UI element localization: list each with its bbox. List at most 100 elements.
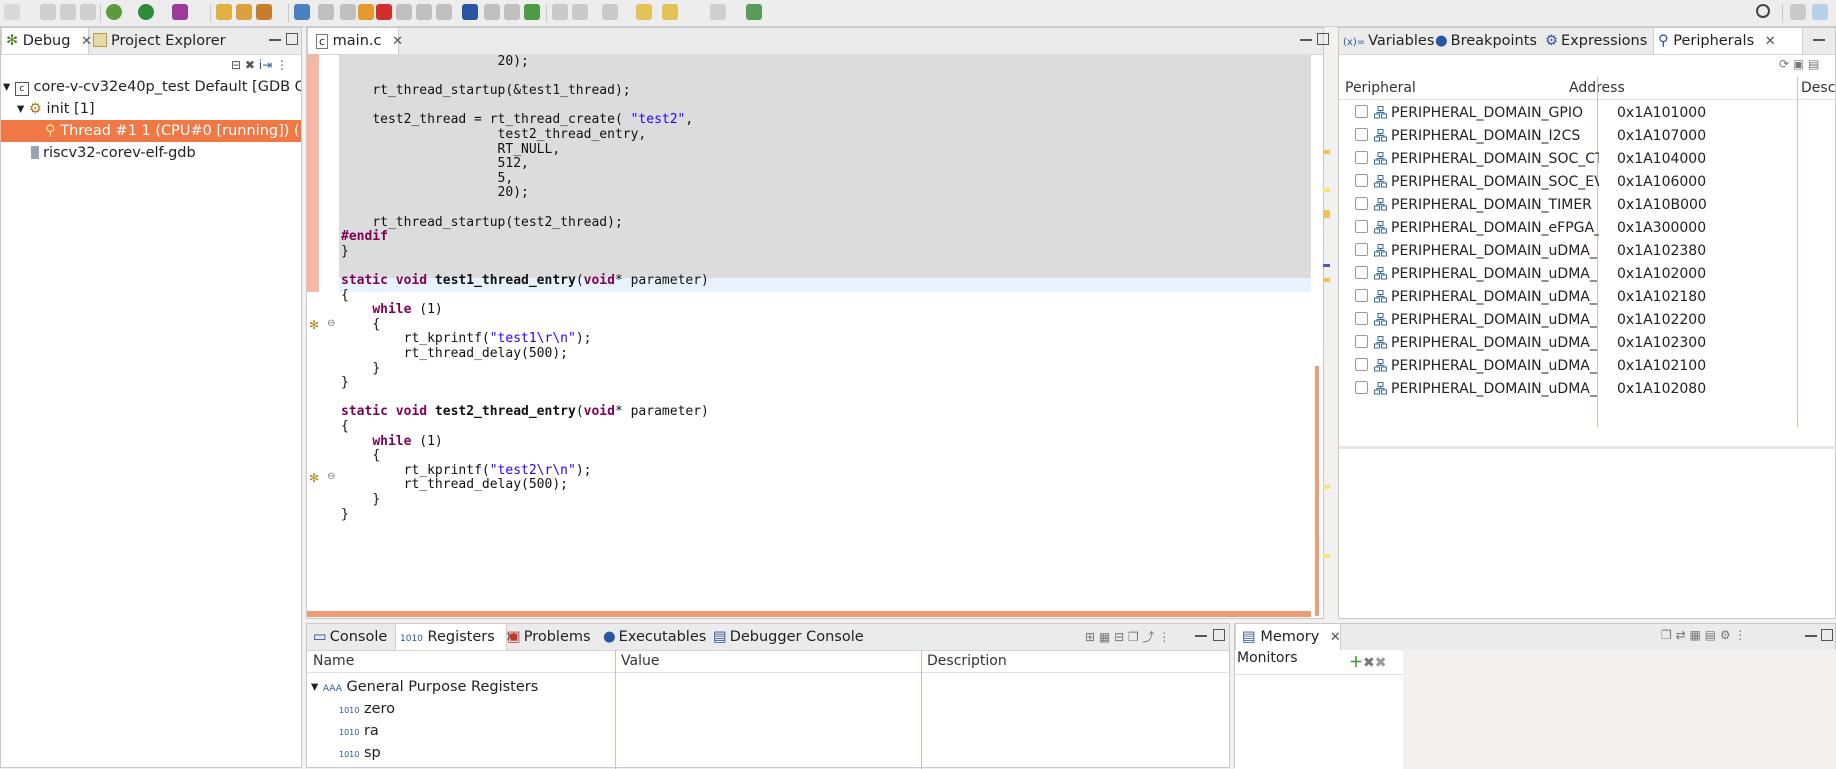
external-tools-icon[interactable] [172, 4, 188, 20]
run-icon[interactable] [138, 4, 154, 20]
back-icon[interactable] [662, 4, 678, 20]
maximize-icon[interactable] [286, 33, 298, 45]
forward-icon[interactable] [710, 4, 726, 20]
tab-variables[interactable]: (x)= Variables [1343, 28, 1434, 54]
peripheral-row[interactable]: PERIPHERAL_DOMAIN_uDMA_ 0x1A102000 [1339, 263, 1836, 286]
peripheral-row[interactable]: PERIPHERAL_DOMAIN_uDMA_ 0x1A102180 [1339, 286, 1836, 309]
minimize-icon[interactable] [1805, 629, 1817, 637]
peripheral-checkbox[interactable] [1355, 335, 1368, 348]
horizontal-scrollbar[interactable] [1339, 446, 1836, 449]
minimize-icon[interactable] [1813, 33, 1825, 41]
open-task-icon[interactable] [236, 4, 252, 20]
peripheral-checkbox[interactable] [1355, 151, 1368, 164]
peripheral-row[interactable]: PERIPHERAL_DOMAIN_uDMA_ 0x1A102380 [1339, 240, 1836, 263]
peripheral-row[interactable]: PERIPHERAL_DOMAIN_uDMA_ 0x1A102200 [1339, 309, 1836, 332]
next-annotation-icon[interactable] [602, 4, 618, 20]
tree-row-launch[interactable]: ▾ c core-v-cv32e40p_test Default [GDB Op… [3, 76, 301, 98]
instruction-step-icon[interactable] [462, 4, 478, 20]
code-line[interactable]: test2_thread_entry, [341, 127, 647, 143]
tab-console[interactable]: ▭ Console [313, 624, 387, 650]
peripheral-row[interactable]: PERIPHERAL_DOMAIN_uDMA_ 0x1A102300 [1339, 332, 1836, 355]
fold-icon[interactable]: ⊖ [327, 471, 335, 482]
hammer-icon[interactable] [256, 4, 272, 20]
reset-icon[interactable] [524, 4, 540, 20]
tree-row-gdb[interactable]: riscv32-corev-elf-gdb [31, 142, 196, 164]
step-over-icon[interactable] [436, 4, 452, 20]
code-line[interactable]: static void test1_thread_entry(void* par… [341, 273, 709, 289]
tab-memory[interactable]: ▤ Memory ✕ [1235, 624, 1341, 650]
export-icon[interactable]: ▤ [1705, 628, 1716, 642]
remove-monitor-icon[interactable]: ✖ [1363, 655, 1375, 671]
copy-icon[interactable]: ❐ [1128, 630, 1139, 644]
tab-project-explorer[interactable]: Project Explorer [93, 28, 226, 54]
perspective-icon[interactable] [1812, 4, 1828, 20]
peripheral-row[interactable]: PERIPHERAL_DOMAIN_SOC_CTRL 0x1A104000 [1339, 148, 1836, 171]
code-line[interactable]: { [341, 317, 380, 333]
code-line[interactable]: #endif [341, 229, 388, 245]
step-into-icon[interactable] [416, 4, 432, 20]
remove-all-icon[interactable]: ✖ [1375, 655, 1387, 671]
code-line[interactable]: while (1) [341, 302, 442, 318]
close-icon[interactable]: ✕ [1765, 34, 1776, 49]
peripheral-checkbox[interactable] [1355, 381, 1368, 394]
peripheral-row[interactable]: PERIPHERAL_DOMAIN_I2CS 0x1A107000 [1339, 125, 1836, 148]
tab-problems[interactable]: ▣ Problems [507, 624, 591, 650]
code-line[interactable]: rt_thread_startup(test2_thread); [341, 215, 622, 231]
code-area[interactable]: 20); rt_thread_startup(&test1_thread); t… [341, 55, 1301, 615]
close-icon[interactable]: ✕ [1330, 630, 1341, 645]
code-line[interactable]: } [341, 492, 380, 508]
new-icon[interactable] [4, 4, 20, 20]
code-line[interactable]: rt_kprintf("test2\r\n"); [341, 463, 592, 479]
peripheral-checkbox[interactable] [1355, 197, 1368, 210]
suspend-icon[interactable] [358, 4, 374, 20]
column-peripheral[interactable]: Peripheral [1345, 77, 1416, 99]
annotation-icon[interactable] [572, 4, 588, 20]
code-line[interactable]: 5, [341, 171, 514, 187]
drop-frame-icon[interactable] [484, 4, 500, 20]
peripheral-checkbox[interactable] [1355, 174, 1368, 187]
code-line[interactable]: rt_thread_startup(&test1_thread); [341, 83, 630, 99]
code-line[interactable]: } [341, 375, 349, 391]
pin-icon[interactable]: ▣ [1793, 57, 1804, 71]
view-menu-icon[interactable]: ⋮ [1734, 628, 1746, 642]
peripheral-checkbox[interactable] [1355, 289, 1368, 302]
code-line[interactable]: static void test2_thread_entry(void* par… [341, 405, 709, 420]
tab-executables[interactable]: ● Executables [603, 624, 706, 650]
register-group-row[interactable]: ▾ AAA General Purpose Registers [311, 676, 538, 698]
terminate-icon[interactable] [376, 4, 392, 20]
maximize-icon[interactable] [1821, 629, 1833, 641]
new-tab-icon[interactable]: ❐ [1661, 628, 1672, 642]
debug-icon[interactable] [106, 4, 122, 20]
code-line[interactable]: 20); [341, 55, 529, 70]
link-icon[interactable]: ⇄ [1676, 628, 1686, 642]
horizontal-scrollbar[interactable] [307, 611, 1311, 617]
code-line[interactable]: rt_thread_delay(500); [341, 478, 568, 493]
tab-breakpoints[interactable]: ● Breakpoints [1435, 28, 1537, 54]
tab-debugger-console[interactable]: ▤ Debugger Console [713, 624, 864, 650]
view-menu-icon[interactable]: ⋮ [276, 58, 288, 72]
minimize-icon[interactable] [269, 33, 281, 41]
peripheral-checkbox[interactable] [1355, 243, 1368, 256]
export-icon[interactable]: ⤴ [1143, 630, 1155, 644]
skip-breakpoints-icon[interactable] [318, 4, 334, 20]
column-value[interactable]: Value [621, 650, 659, 672]
resume-icon[interactable] [340, 4, 356, 20]
close-icon[interactable]: ✕ [392, 34, 403, 49]
code-line[interactable]: while (1) [341, 434, 442, 450]
column-description[interactable]: Description [927, 650, 1007, 672]
minimize-icon[interactable] [1195, 629, 1207, 637]
peripheral-checkbox[interactable] [1355, 220, 1368, 233]
chevron-down-icon[interactable]: ▾ [17, 101, 24, 117]
peripheral-row[interactable]: PERIPHERAL_DOMAIN_GPIO 0x1A101000 [1339, 102, 1836, 125]
maximize-icon[interactable] [1213, 629, 1225, 641]
last-edit-icon[interactable] [636, 4, 652, 20]
layout-icon[interactable]: ⊞ [1085, 630, 1095, 644]
breakpoint-icon[interactable]: ✻ [309, 471, 319, 485]
peripheral-row[interactable]: PERIPHERAL_DOMAIN_uDMA_ 0x1A102080 [1339, 378, 1836, 401]
collapse-all-icon[interactable]: ⊟ [231, 58, 241, 72]
peripheral-row[interactable]: PERIPHERAL_DOMAIN_eFPGA_ 0x1A300000 [1339, 217, 1836, 240]
collapse-icon[interactable]: ⊟ [1114, 630, 1124, 644]
import-icon[interactable]: ▦ [1689, 628, 1700, 642]
tab-expressions[interactable]: ⚙ Expressions [1545, 28, 1647, 54]
peripheral-checkbox[interactable] [1355, 312, 1368, 325]
